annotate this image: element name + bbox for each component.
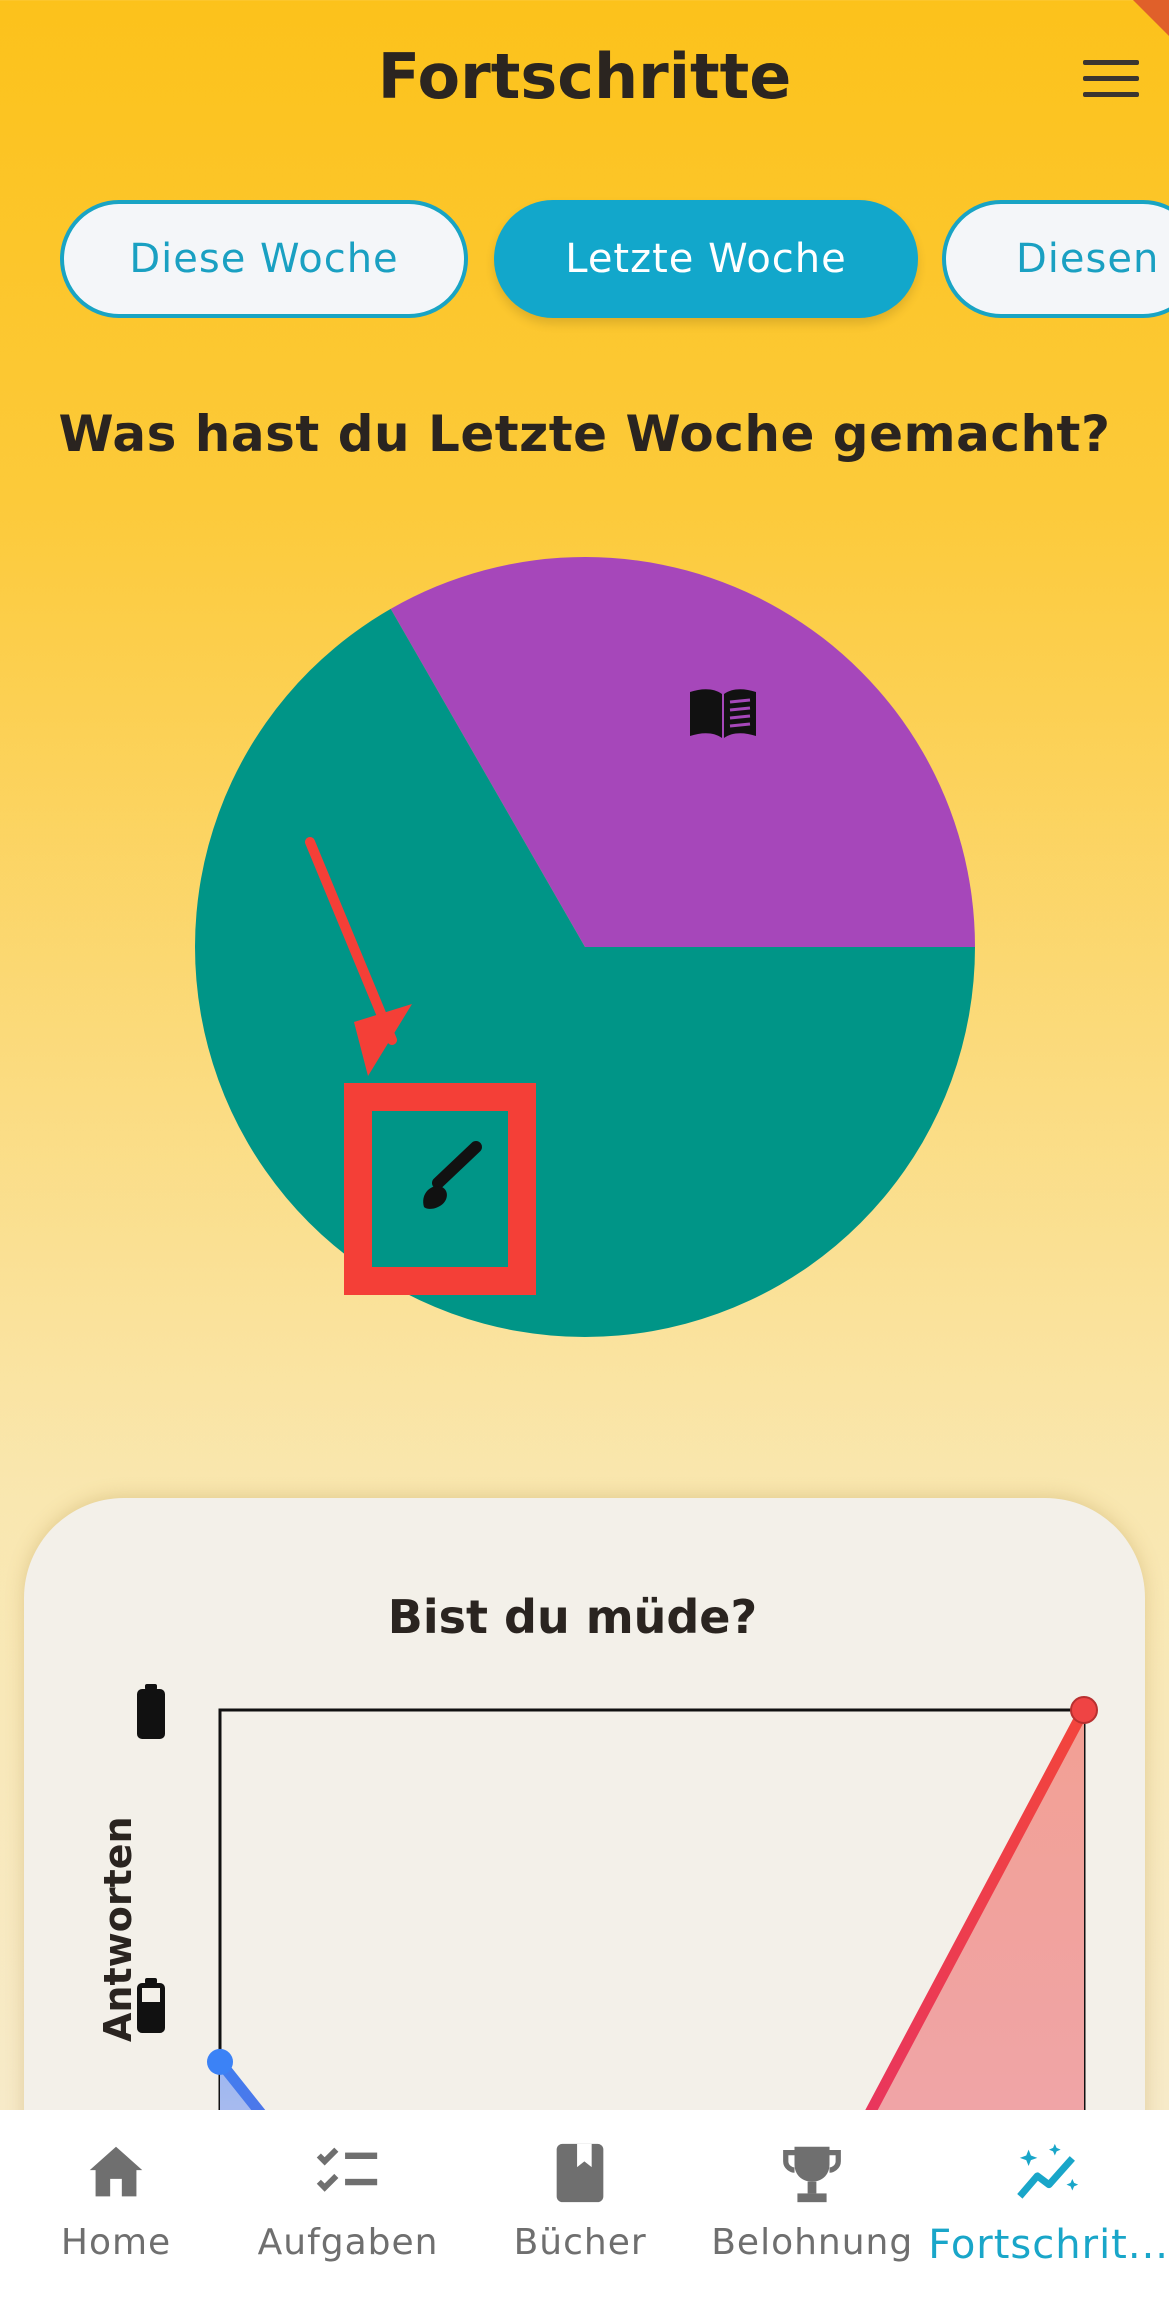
nav-progress[interactable]: Fortschrit... bbox=[928, 2110, 1169, 2305]
nav-tasks-label: Aufgaben bbox=[257, 2222, 439, 2263]
nav-home[interactable]: Home bbox=[0, 2110, 232, 2305]
progress-chart-icon bbox=[1016, 2143, 1078, 2199]
nav-tasks[interactable]: Aufgaben bbox=[232, 2110, 464, 2305]
series-point-1[interactable] bbox=[1070, 1696, 1098, 1724]
nav-books-label: Bücher bbox=[513, 2222, 647, 2263]
nav-rewards-label: Belohnung bbox=[711, 2222, 914, 2263]
nav-rewards[interactable]: Belohnung bbox=[696, 2110, 928, 2305]
nav-books[interactable]: Bücher bbox=[464, 2110, 696, 2305]
nav-progress-label: Fortschrit... bbox=[928, 2222, 1169, 2268]
checklist-icon bbox=[316, 2147, 378, 2192]
battery-full-icon bbox=[137, 1684, 165, 1739]
battery-half-icon bbox=[137, 1978, 165, 2033]
nav-home-label: Home bbox=[60, 2222, 172, 2263]
trophy-icon bbox=[783, 2146, 842, 2203]
home-icon bbox=[89, 2146, 143, 2197]
tiredness-line-chart bbox=[137, 1684, 1098, 2285]
series-point-0[interactable] bbox=[207, 2048, 233, 2075]
book-icon bbox=[556, 2143, 604, 2203]
bottom-nav: Home Aufgaben Bücher Belohnung Fortschri… bbox=[0, 2110, 1169, 2305]
